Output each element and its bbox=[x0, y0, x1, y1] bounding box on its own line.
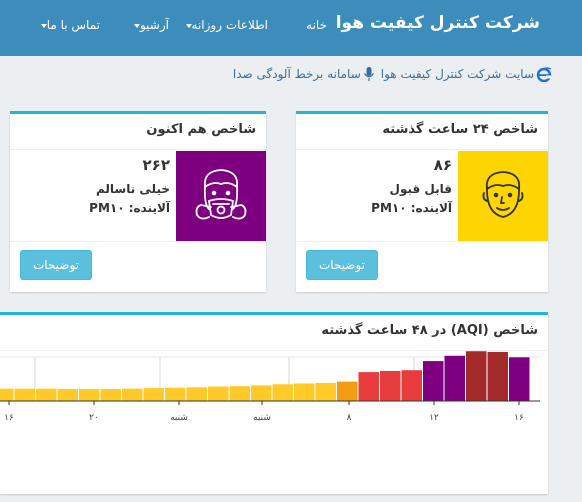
aqi-bar[interactable] bbox=[337, 381, 358, 401]
aqi-bar[interactable] bbox=[165, 387, 186, 401]
aqi-bar[interactable] bbox=[57, 389, 79, 401]
aqi-status: خیلی ناسالم bbox=[96, 182, 170, 196]
brand-title[interactable]: شرکت کنترل کیفیت هوا bbox=[336, 13, 540, 33]
card-title: شاخص هم اکنون bbox=[146, 122, 256, 137]
divider bbox=[10, 241, 266, 242]
aqi-bar[interactable] bbox=[423, 361, 444, 401]
divider bbox=[10, 149, 266, 150]
aqi-bar[interactable] bbox=[251, 385, 272, 401]
aqi-bar[interactable] bbox=[487, 351, 509, 401]
aqi-bar[interactable] bbox=[0, 388, 14, 401]
aqi-48h-chart-card: شاخص (AQI) در ۴۸ ساعت گذشته ۱۶ ۱۲ ۸ شنبه شنب… bbox=[0, 312, 548, 494]
aqi-bar[interactable] bbox=[36, 388, 57, 401]
aqi-bar[interactable] bbox=[509, 357, 530, 401]
aqi-bar[interactable] bbox=[401, 370, 423, 401]
aqi-bar[interactable] bbox=[315, 382, 337, 401]
nav-home[interactable]: خانه bbox=[306, 18, 327, 32]
x-tick-label: ۸ bbox=[347, 413, 352, 423]
quick-links: سایت شرکت کنترل کیفیت هوا سامانه برخط آل… bbox=[233, 64, 552, 84]
aqi-bar[interactable] bbox=[380, 370, 401, 401]
x-tick-label: شنبه bbox=[170, 413, 188, 423]
aqi-color-tile bbox=[176, 151, 266, 241]
aqi-bar[interactable] bbox=[14, 388, 36, 401]
divider bbox=[296, 149, 548, 150]
site-link[interactable]: سایت شرکت کنترل کیفیت هوا bbox=[381, 66, 552, 82]
aqi-bar[interactable] bbox=[122, 388, 143, 401]
aqi-bar[interactable] bbox=[272, 384, 294, 401]
top-navbar: شرکت کنترل کیفیت هوا خانه اطلاعات روزانه… bbox=[0, 0, 582, 56]
aqi-bar[interactable] bbox=[186, 387, 208, 401]
face-icon bbox=[482, 171, 524, 218]
x-tick-label: ۱۶ bbox=[4, 413, 14, 423]
chart-title: شاخص (AQI) در ۴۸ ساعت گذشته bbox=[321, 323, 538, 338]
aqi-24h-card: شاخص ۲۴ ساعت گذشته ۸۶ قابل قبول آلاینده:… bbox=[296, 111, 548, 292]
aqi-now-card: شاخص هم اکنون ۲۶۲ خیلی ناسالم آلاینده: P… bbox=[10, 111, 266, 292]
gas-mask-icon bbox=[195, 169, 247, 220]
noise-link[interactable]: سامانه برخط آلودگی صدا bbox=[233, 66, 375, 82]
aqi-value: ۸۶ bbox=[433, 156, 452, 174]
divider bbox=[296, 241, 548, 242]
aqi-pollutant: آلاینده: PM۱۰ bbox=[89, 201, 170, 215]
aqi-status: قابل قبول bbox=[389, 182, 452, 196]
card-title: شاخص ۲۴ ساعت گذشته bbox=[382, 122, 538, 137]
x-tick-label: ۱۲ bbox=[429, 413, 439, 423]
nav-archive-label: آرشیو bbox=[139, 18, 169, 32]
aqi-value: ۲۶۲ bbox=[142, 156, 170, 174]
nav-contact-label: تماس با ما bbox=[46, 18, 100, 32]
browser-e-icon bbox=[536, 67, 552, 82]
aqi-pollutant: آلاینده: PM۱۰ bbox=[371, 201, 452, 215]
site-link-label: سایت شرکت کنترل کیفیت هوا bbox=[380, 67, 534, 81]
noise-link-label: سامانه برخط آلودگی صدا bbox=[232, 67, 361, 81]
aqi-bar[interactable] bbox=[208, 386, 229, 401]
aqi-bar[interactable] bbox=[294, 383, 315, 401]
aqi-bar-chart: ۱۶ ۱۲ ۸ شنبه شنبه ۲۰ ۱۶ bbox=[0, 351, 540, 423]
nav-contact[interactable]: تماس با ما bbox=[39, 18, 100, 32]
description-button[interactable]: توضیحات bbox=[20, 250, 92, 280]
description-button[interactable]: توضیحات bbox=[306, 250, 378, 280]
nav-archive[interactable]: آرشیو bbox=[132, 18, 169, 32]
aqi-bar[interactable] bbox=[358, 372, 380, 401]
aqi-bar[interactable] bbox=[100, 389, 122, 401]
microphone-icon bbox=[363, 67, 374, 81]
x-tick-label: ۱۶ bbox=[514, 413, 524, 423]
aqi-bar[interactable] bbox=[229, 386, 251, 401]
x-tick-label: ۲۰ bbox=[89, 413, 99, 423]
nav-daily-label: اطلاعات روزانه bbox=[191, 18, 268, 32]
aqi-bar[interactable] bbox=[79, 389, 100, 401]
nav-daily-info[interactable]: اطلاعات روزانه bbox=[184, 18, 268, 32]
aqi-color-tile bbox=[458, 151, 548, 241]
x-tick-label: شنبه bbox=[253, 413, 271, 423]
aqi-bar[interactable] bbox=[143, 388, 165, 401]
aqi-bar[interactable] bbox=[444, 355, 466, 401]
aqi-bar[interactable] bbox=[466, 351, 487, 401]
